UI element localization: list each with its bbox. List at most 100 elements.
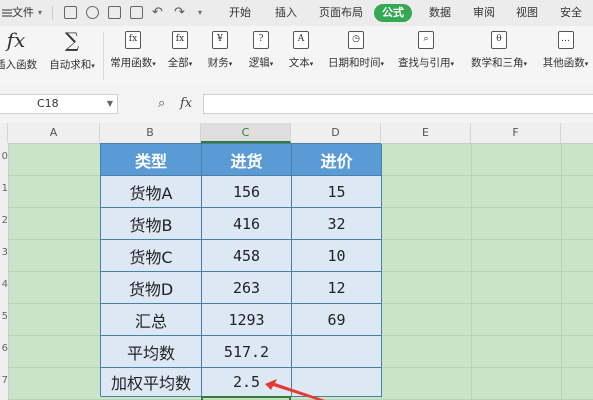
logic-label: 逻辑	[248, 57, 270, 69]
row-header-7[interactable]: 7	[0, 375, 8, 386]
arrow-pointer-icon	[265, 379, 325, 400]
autosum-button[interactable]: ∑ 自动求和▾	[44, 29, 100, 81]
column-header-a[interactable]: A	[8, 123, 100, 143]
table-cell[interactable]: 32	[292, 208, 382, 240]
table-cell[interactable]: 416	[202, 208, 292, 240]
logic-icon: ?	[253, 31, 269, 49]
chevron-down-icon: ▾	[584, 60, 589, 68]
column-header-c[interactable]: C	[201, 123, 291, 143]
column-header-b[interactable]: B	[100, 123, 201, 143]
math-trig-icon: θ	[491, 31, 507, 49]
table-header-price[interactable]: 进价	[292, 144, 382, 176]
finance-label: 财务	[207, 57, 229, 69]
table-cell[interactable]	[292, 336, 382, 368]
table-cell[interactable]: 458	[202, 240, 292, 272]
table-cell[interactable]: 货物D	[101, 272, 202, 304]
chevron-down-icon[interactable]: ▼	[107, 95, 113, 113]
row-header-5[interactable]: 5	[0, 311, 8, 322]
tab-page-layout[interactable]: 页面布局	[319, 0, 363, 26]
table-cell[interactable]: 517.2	[202, 336, 292, 368]
divider	[103, 32, 104, 80]
table-cell[interactable]: 12	[292, 272, 382, 304]
table-cell[interactable]: 平均数	[101, 336, 202, 368]
table-cell[interactable]: 15	[292, 176, 382, 208]
tab-view[interactable]: 视图	[516, 0, 538, 26]
row-header-2[interactable]: 2	[0, 215, 8, 226]
chevron-down-icon[interactable]: ▾	[38, 0, 42, 26]
fx-icon: fx	[6, 28, 26, 52]
export-icon[interactable]	[86, 6, 99, 19]
chevron-down-icon: ▾	[188, 60, 193, 68]
tab-home[interactable]: 开始	[229, 0, 251, 26]
data-table: 类型 进货 进价 货物A 156 15 货物B 416 32 货物C 458 1…	[100, 143, 382, 397]
lookup-icon: ⌕	[418, 31, 434, 49]
tab-review[interactable]: 审阅	[473, 0, 495, 26]
column-header-f[interactable]: F	[471, 123, 561, 143]
math-trig-button[interactable]: θ 数学和三角▾	[465, 29, 533, 81]
row-header-3[interactable]: 3	[0, 247, 8, 258]
table-cell[interactable]: 货物A	[101, 176, 202, 208]
chevron-down-icon: ▾	[152, 60, 156, 68]
all-functions-label: 全部	[167, 57, 189, 69]
column-header-e[interactable]: E	[381, 123, 471, 143]
tab-security[interactable]: 安全	[560, 0, 582, 26]
table-header-type[interactable]: 类型	[101, 144, 202, 176]
chevron-down-icon: ▾	[380, 60, 384, 68]
formula-bar: C18 ▼ ⌕ fx	[0, 86, 593, 124]
lookup-reference-button[interactable]: ⌕ 查找与引用▾	[394, 29, 458, 81]
text-label: 文本	[288, 57, 310, 69]
zoom-search-icon[interactable]: ⌕	[158, 94, 165, 114]
table-cell[interactable]: 货物C	[101, 240, 202, 272]
table-header-purchase[interactable]: 进货	[202, 144, 292, 176]
logic-button[interactable]: ? 逻辑▾	[243, 29, 279, 81]
print-icon[interactable]	[108, 6, 121, 19]
fx-label[interactable]: fx	[180, 94, 192, 114]
cell-reference: C18	[37, 97, 59, 110]
all-functions-icon: fx	[172, 31, 188, 49]
table-cell[interactable]: 263	[202, 272, 292, 304]
undo-icon[interactable]: ↶	[152, 0, 163, 26]
chevron-down-icon: ▾	[269, 60, 274, 68]
more-functions-button[interactable]: … 其他函数▾	[538, 29, 593, 81]
formula-input[interactable]	[203, 94, 593, 114]
autosum-label: 自动求和	[49, 59, 92, 71]
common-function-icon: fx	[125, 31, 141, 49]
chevron-down-icon: ▾	[309, 60, 314, 68]
chevron-down-icon: ▾	[450, 60, 454, 68]
quick-access-more-icon[interactable]: ▾	[198, 0, 202, 26]
table-cell[interactable]: 69	[292, 304, 382, 336]
print-preview-icon[interactable]	[130, 6, 143, 19]
row-header-4[interactable]: 4	[0, 279, 8, 290]
finance-button[interactable]: ¥ 财务▾	[202, 29, 238, 81]
save-icon[interactable]	[64, 6, 77, 19]
divider	[52, 6, 53, 20]
column-header-d[interactable]: D	[291, 123, 381, 143]
tab-formulas[interactable]: 公式	[374, 4, 412, 22]
table-cell[interactable]: 1293	[202, 304, 292, 336]
insert-function-button[interactable]: fx 插入函数	[0, 29, 38, 81]
row-header-0[interactable]: 0	[0, 151, 8, 162]
row-header-6[interactable]: 6	[0, 343, 8, 354]
column-header-g[interactable]	[561, 123, 593, 143]
insert-function-label: 插入函数	[0, 59, 37, 71]
table-cell[interactable]: 货物B	[101, 208, 202, 240]
date-time-button[interactable]: ◷ 日期和时间▾	[324, 29, 388, 81]
more-functions-label: 其他函数	[542, 57, 585, 69]
table-cell[interactable]: 汇总	[101, 304, 202, 336]
tab-data[interactable]: 数据	[429, 0, 451, 26]
table-cell[interactable]: 加权平均数	[101, 368, 202, 397]
all-functions-button[interactable]: fx 全部▾	[163, 29, 197, 81]
name-box[interactable]: C18 ▼	[0, 94, 118, 114]
text-button[interactable]: A 文本▾	[283, 29, 319, 81]
file-menu[interactable]: 文件	[12, 0, 34, 26]
math-trig-label: 数学和三角	[470, 57, 524, 69]
select-all-corner[interactable]	[0, 123, 8, 143]
menu-icon[interactable]	[2, 8, 12, 18]
common-functions-button[interactable]: fx 常用函数▾	[106, 29, 160, 81]
row-header-1[interactable]: 1	[0, 183, 8, 194]
redo-icon[interactable]: ↷	[174, 0, 185, 26]
tab-insert[interactable]: 插入	[275, 0, 297, 26]
table-cell[interactable]: 10	[292, 240, 382, 272]
common-functions-label: 常用函数	[110, 57, 153, 69]
table-cell[interactable]: 156	[202, 176, 292, 208]
